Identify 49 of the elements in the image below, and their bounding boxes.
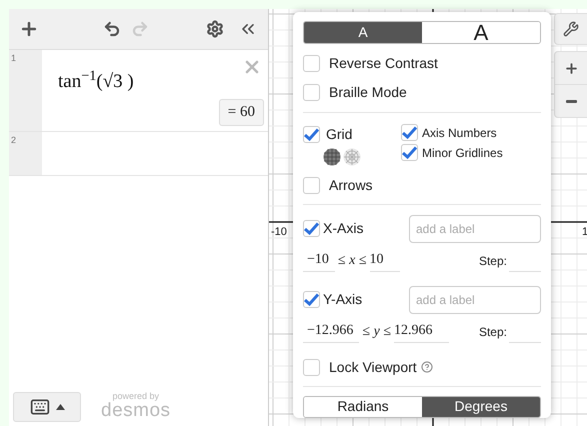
option-label: Lock Viewport	[329, 358, 417, 377]
expression-index: 2	[11, 135, 16, 145]
keyboard-icon	[30, 397, 50, 417]
axis-label: X-Axis	[323, 219, 364, 238]
minus-icon	[566, 100, 576, 102]
axis-label-field[interactable]: add a label	[409, 286, 541, 314]
cartesian-grid-icon[interactable]	[323, 148, 341, 166]
font-size-toggle[interactable]: A	[304, 22, 422, 42]
axis-number: -10	[271, 225, 287, 240]
checkbox[interactable]	[303, 84, 320, 100]
option-label: Grid	[326, 124, 352, 144]
checkbox[interactable]	[401, 124, 418, 141]
checkbox[interactable]	[303, 54, 320, 72]
bound-relation: ≤ y ≤	[361, 322, 392, 340]
caret-icon	[56, 404, 64, 410]
expression-index: 1	[11, 53, 16, 63]
undo-icon[interactable]	[103, 20, 121, 38]
axis-label: Y-Axis	[323, 290, 364, 309]
step-label: Step:	[478, 324, 507, 340]
wrench-icon	[563, 21, 579, 37]
bound-max-field[interactable]: 12.966	[394, 320, 448, 342]
bound-min-field[interactable]: −10	[303, 248, 335, 272]
checkbox[interactable]	[303, 358, 320, 376]
checkbox[interactable]	[401, 144, 418, 161]
wrench-button[interactable]	[554, 13, 587, 45]
option-label: Reverse Contrast	[329, 54, 438, 72]
math-expression[interactable]: tan$^{−1}$(√3 )	[58, 68, 134, 96]
checkbox[interactable]	[303, 291, 320, 308]
bound-max-field[interactable]: 10	[370, 248, 400, 272]
brand-logo: desmos	[101, 401, 171, 420]
option-label: Braille Mode	[329, 82, 407, 102]
plus-icon	[564, 60, 578, 76]
checkbox[interactable]	[303, 126, 320, 142]
checkbox[interactable]	[303, 176, 320, 194]
checkbox[interactable]	[303, 220, 320, 237]
settings-icon[interactable]	[206, 20, 224, 38]
help-icon[interactable]	[420, 361, 433, 373]
angle-mode-toggle[interactable]: Degrees	[422, 396, 540, 417]
bound-relation: ≤ x ≤	[336, 252, 368, 270]
add-icon[interactable]	[19, 19, 39, 39]
keyboard-button[interactable]	[13, 392, 81, 422]
axis-label-field[interactable]: add a label	[409, 214, 541, 242]
step-label: Step:	[478, 252, 507, 270]
option-label: Arrows	[329, 176, 373, 194]
powered-by-text: powered by	[112, 392, 160, 401]
bound-min-field[interactable]: −12.966	[303, 320, 360, 342]
option-label: Minor Gridlines	[422, 144, 503, 162]
option-label: Axis Numbers	[422, 124, 497, 142]
result-value: = 60	[218, 99, 264, 126]
